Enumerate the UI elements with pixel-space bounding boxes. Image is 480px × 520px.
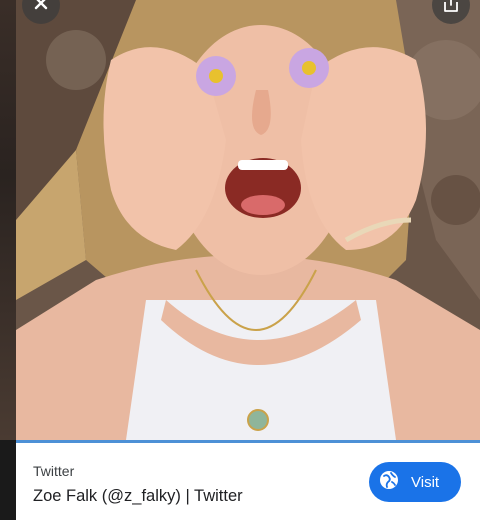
globe-icon (379, 470, 399, 495)
share-icon (443, 0, 459, 17)
adjacent-image-edge[interactable] (0, 0, 16, 440)
image-preview[interactable] (16, 0, 480, 440)
result-info-card: Twitter Zoe Falk (@z_falky) | Twitter Vi… (16, 440, 480, 520)
visit-button[interactable]: Visit (369, 462, 461, 502)
close-icon (34, 0, 48, 15)
photo-illustration (16, 0, 480, 440)
source-label: Twitter (33, 463, 75, 479)
result-title-link[interactable]: Zoe Falk (@z_falky) | Twitter (33, 487, 243, 506)
visit-label: Visit (411, 473, 440, 491)
